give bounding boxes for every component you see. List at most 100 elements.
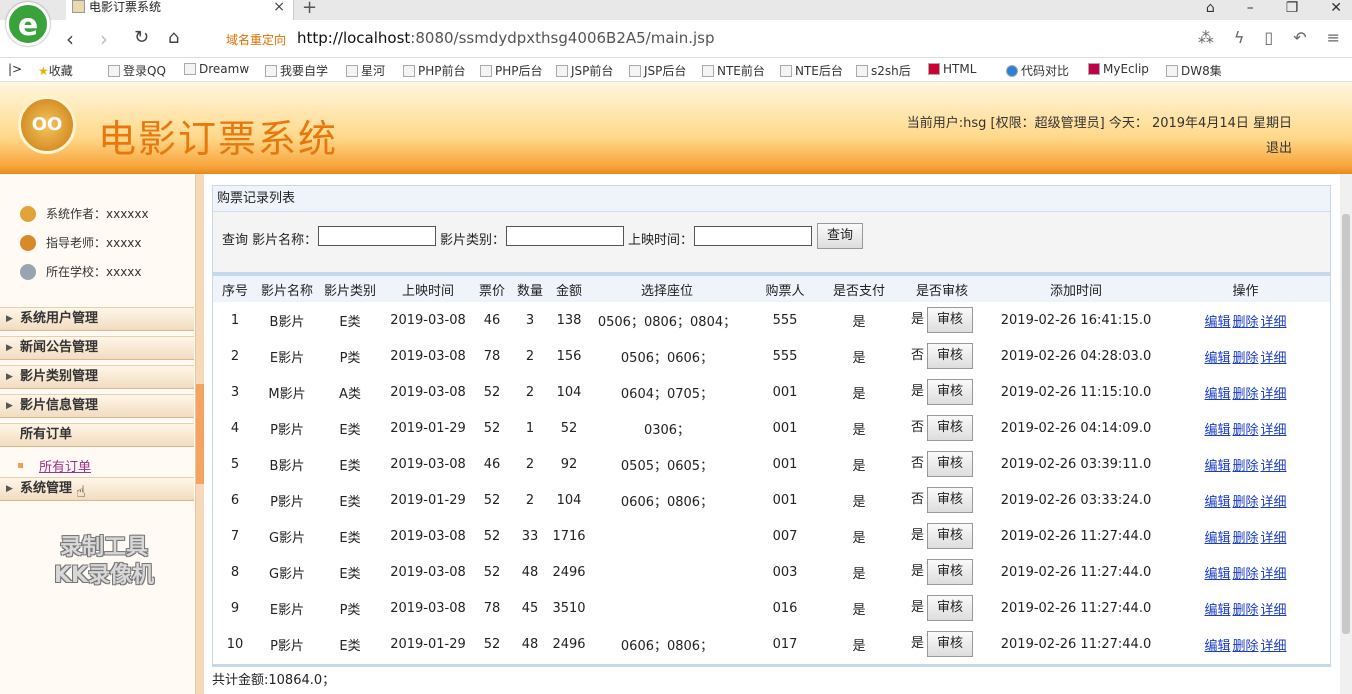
table-cell: 52 bbox=[483, 492, 501, 508]
bookmark-item[interactable]: MyEclip bbox=[1088, 62, 1149, 76]
forward-icon[interactable]: › bbox=[100, 27, 108, 51]
release-time-input[interactable] bbox=[694, 226, 812, 246]
delete-link[interactable]: 删除 bbox=[1232, 495, 1258, 510]
home-icon[interactable]: ⌂ bbox=[168, 27, 179, 48]
bookmark-item[interactable]: PHP前台 bbox=[403, 62, 466, 79]
detail-link[interactable]: 详细 bbox=[1261, 531, 1287, 546]
audit-button[interactable]: 审核 bbox=[927, 343, 973, 369]
audit-button[interactable]: 审核 bbox=[927, 523, 973, 549]
detail-link[interactable]: 详细 bbox=[1261, 387, 1287, 402]
search-button[interactable]: 查询 bbox=[817, 223, 863, 249]
detail-link[interactable]: 详细 bbox=[1261, 315, 1287, 330]
delete-link[interactable]: 删除 bbox=[1232, 567, 1258, 582]
bookmark-item[interactable]: 星河 bbox=[346, 62, 385, 79]
edit-link[interactable]: 编辑 bbox=[1204, 567, 1230, 582]
detail-link[interactable]: 详细 bbox=[1261, 567, 1287, 582]
audit-button[interactable]: 审核 bbox=[927, 379, 973, 405]
bookmark-item[interactable]: JSP后台 bbox=[629, 62, 686, 79]
logout-link[interactable]: 退出 bbox=[1266, 137, 1292, 156]
delete-link[interactable]: 删除 bbox=[1232, 459, 1258, 474]
bookmark-item[interactable]: s2sh后 bbox=[856, 62, 911, 79]
bookmark-item[interactable]: 代码对比 bbox=[1006, 62, 1069, 79]
audit-cell: 否审核 bbox=[893, 482, 991, 518]
bookmark-item[interactable]: PHP后台 bbox=[480, 62, 543, 79]
table-cell: 017 bbox=[772, 636, 798, 652]
scrollbar-thumb[interactable] bbox=[1342, 214, 1350, 634]
edit-link[interactable]: 编辑 bbox=[1204, 531, 1230, 546]
audit-button[interactable]: 审核 bbox=[927, 559, 973, 585]
detail-link[interactable]: 详细 bbox=[1261, 351, 1287, 366]
grid-icon[interactable]: ⁂ bbox=[1198, 28, 1214, 47]
new-tab-icon[interactable]: + bbox=[302, 0, 317, 18]
bookmark-item[interactable]: 登录QQ bbox=[108, 62, 166, 79]
minimize-icon[interactable]: – bbox=[1247, 0, 1254, 16]
audit-button[interactable]: 审核 bbox=[927, 307, 973, 333]
submenu-all-orders[interactable]: 所有订单 bbox=[18, 456, 91, 475]
audit-button[interactable]: 审核 bbox=[927, 415, 973, 441]
page-scrollbar[interactable] bbox=[1340, 174, 1352, 694]
sidebar-toggle-icon[interactable]: |> bbox=[8, 62, 22, 76]
menu-user-management[interactable]: ▶ 系统用户管理 bbox=[0, 307, 194, 331]
audit-button[interactable]: 审核 bbox=[927, 595, 973, 621]
back-icon[interactable]: ‹ bbox=[66, 27, 74, 51]
table-cell: 2019-02-26 16:41:15.0 bbox=[1000, 312, 1152, 328]
bookmark-item[interactable]: HTML bbox=[928, 62, 976, 76]
edit-link[interactable]: 编辑 bbox=[1204, 315, 1230, 330]
browser-tab[interactable]: 电影订票系统 × bbox=[66, 0, 294, 20]
delete-link[interactable]: 删除 bbox=[1232, 603, 1258, 618]
sidebar-collapse-strip[interactable] bbox=[196, 174, 204, 694]
edit-link[interactable]: 编辑 bbox=[1204, 639, 1230, 654]
bookmark-icon[interactable]: ▯ bbox=[1264, 28, 1273, 47]
menu-all-orders[interactable]: 所有订单 bbox=[0, 423, 194, 447]
film-category-input[interactable] bbox=[506, 226, 624, 246]
edit-link[interactable]: 编辑 bbox=[1204, 459, 1230, 474]
delete-link[interactable]: 删除 bbox=[1232, 423, 1258, 438]
bookmark-item[interactable]: NTE后台 bbox=[780, 62, 843, 79]
menu-icon[interactable]: ≡ bbox=[1327, 28, 1340, 47]
edit-link[interactable]: 编辑 bbox=[1204, 387, 1230, 402]
sidebar: 系统作者：xxxxxx 指导老师：xxxxx 所在学校：xxxxx ▶ 系统用户管… bbox=[0, 174, 196, 694]
bookmark-item[interactable]: ★收藏 bbox=[38, 62, 73, 79]
bookmark-item[interactable]: DW8集 bbox=[1166, 62, 1222, 79]
delete-link[interactable]: 删除 bbox=[1232, 531, 1258, 546]
undo-icon[interactable]: ↶ bbox=[1293, 28, 1306, 47]
audit-status: 否 bbox=[910, 456, 924, 471]
bookmark-item[interactable]: 我要自学 bbox=[265, 62, 328, 79]
edit-link[interactable]: 编辑 bbox=[1204, 423, 1230, 438]
edit-link[interactable]: 编辑 bbox=[1204, 351, 1230, 366]
delete-link[interactable]: 删除 bbox=[1232, 315, 1258, 330]
edit-link[interactable]: 编辑 bbox=[1204, 495, 1230, 510]
audit-button[interactable]: 审核 bbox=[927, 487, 973, 513]
bookmark-item[interactable]: JSP前台 bbox=[556, 62, 613, 79]
close-window-icon[interactable]: ✕ bbox=[1330, 0, 1342, 16]
menu-news-management[interactable]: ▶ 新闻公告管理 bbox=[0, 336, 194, 360]
table-row: 3 M影片 A类 2019-03-08 52 2 104 0604；0705； 001 是是审核 2… bbox=[213, 374, 1330, 410]
delete-link[interactable]: 删除 bbox=[1232, 639, 1258, 654]
audit-button[interactable]: 审核 bbox=[927, 451, 973, 477]
detail-link[interactable]: 详细 bbox=[1261, 459, 1287, 474]
arrow-right-icon: ▶ bbox=[6, 314, 13, 324]
menu-system-management[interactable]: ▶ 系统管理 bbox=[0, 477, 194, 501]
table-cell: 001 bbox=[772, 492, 798, 508]
url-field[interactable]: http://localhost:8080/ssmdydpxthsg4006B2… bbox=[297, 29, 714, 47]
detail-link[interactable]: 详细 bbox=[1261, 639, 1287, 654]
total-amount: 共计金额:10864.0； bbox=[212, 673, 336, 688]
delete-link[interactable]: 删除 bbox=[1232, 351, 1258, 366]
delete-link[interactable]: 删除 bbox=[1232, 387, 1258, 402]
lightning-icon[interactable]: ϟ bbox=[1234, 28, 1245, 47]
menu-category-management[interactable]: ▶ 影片类别管理 bbox=[0, 365, 194, 389]
refresh-icon[interactable]: ↻ bbox=[134, 27, 149, 48]
browser-logo-icon[interactable]: e bbox=[6, 2, 50, 46]
edit-link[interactable]: 编辑 bbox=[1204, 603, 1230, 618]
detail-link[interactable]: 详细 bbox=[1261, 423, 1287, 438]
restore-icon[interactable]: ❐ bbox=[1286, 0, 1299, 16]
close-tab-icon[interactable]: × bbox=[273, 0, 285, 14]
bookmark-item[interactable]: NTE前台 bbox=[702, 62, 765, 79]
film-name-input[interactable] bbox=[318, 226, 436, 246]
menu-film-management[interactable]: ▶ 影片信息管理 bbox=[0, 394, 194, 418]
detail-link[interactable]: 详细 bbox=[1261, 495, 1287, 510]
bookmark-item[interactable]: Dreamw bbox=[184, 62, 249, 76]
shirt-icon[interactable]: ⌂ bbox=[1206, 0, 1215, 16]
audit-button[interactable]: 审核 bbox=[927, 631, 973, 657]
detail-link[interactable]: 详细 bbox=[1261, 603, 1287, 618]
